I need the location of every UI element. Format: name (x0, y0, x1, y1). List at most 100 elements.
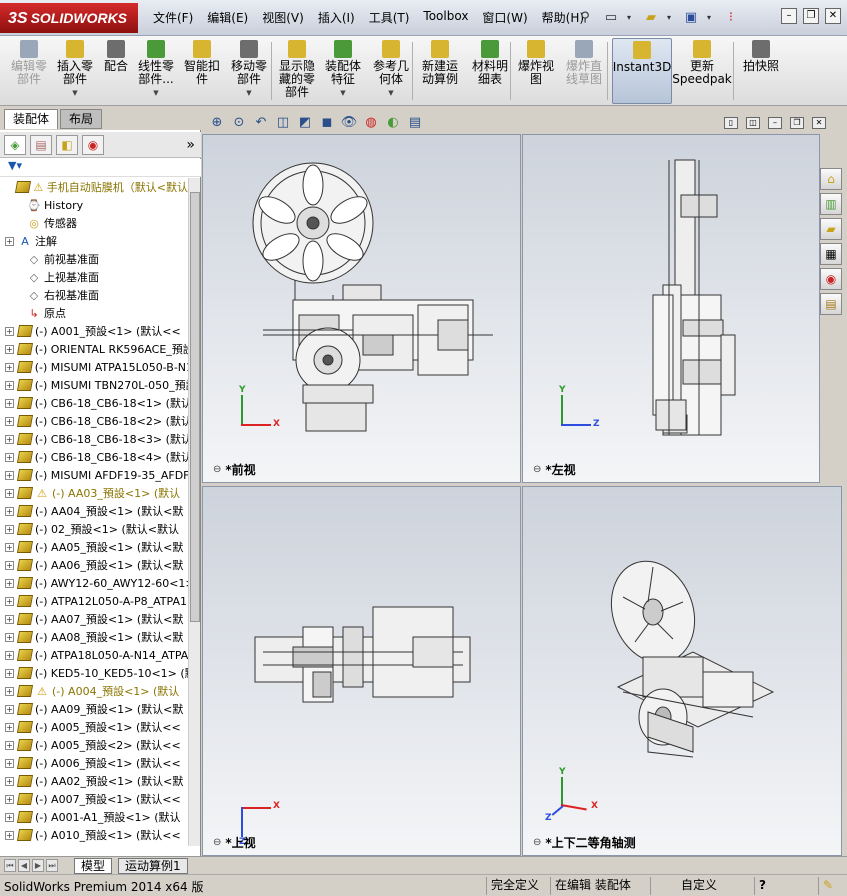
custom-properties-icon[interactable]: ▤ (820, 293, 842, 315)
menu-item[interactable]: 文件(F) (146, 9, 200, 26)
minimize-doc-icon[interactable]: – (768, 117, 782, 129)
command-button[interactable]: Instant3D (612, 38, 672, 104)
open-folder-icon[interactable]: ▰ (641, 7, 661, 27)
tree-component[interactable]: + (-) AA07_預設<1> (默认<默 (0, 610, 188, 628)
section-view-icon[interactable]: ◫ (274, 113, 292, 131)
tree-component[interactable]: + (-) AA05_預設<1> (默认<默 (0, 538, 188, 556)
solidworks-resources-icon[interactable]: ⌂ (820, 168, 842, 190)
tree-item[interactable]: ◇ 前视基准面 (0, 250, 188, 268)
display-manager-tab-icon[interactable]: ◉ (82, 134, 104, 155)
rebuild-status-icon[interactable]: ✎ (818, 877, 846, 895)
expand-icon[interactable]: + (5, 398, 14, 408)
expand-icon[interactable]: + (5, 686, 14, 696)
command-button[interactable]: 爆炸视 图 (514, 38, 558, 104)
tree-component[interactable]: + (-) ATPA18L050-A-N14_ATPA (0, 646, 188, 664)
expand-icon[interactable]: + (5, 596, 14, 606)
dropdown-arrow-icon[interactable]: ▼ (388, 87, 393, 100)
command-button[interactable]: 爆炸直 线草图 (560, 38, 608, 104)
tree-component[interactable]: + (-) A005_預設<2> (默认<< (0, 736, 188, 754)
tree-component[interactable]: + (-) 02_預設<1> (默认<默认 (0, 520, 188, 538)
tree-item[interactable]: ◎ 传感器 (0, 214, 188, 232)
command-button[interactable]: 插入零 部件 ▼ (53, 38, 97, 104)
design-library-icon[interactable]: ▥ (820, 193, 842, 215)
expand-icon[interactable]: + (5, 704, 14, 714)
feature-tree-tab-icon[interactable]: ◈ (4, 134, 26, 155)
expand-icon[interactable]: + (5, 542, 14, 552)
hide-show-items-icon[interactable]: 👁 (340, 113, 358, 131)
tab-assembly[interactable]: 装配体 (4, 109, 59, 129)
tree-item[interactable]: ◇ 上视基准面 (0, 268, 188, 286)
tab-motion-study[interactable]: 运动算例1 (118, 858, 188, 874)
tab-layout[interactable]: 布局 (60, 109, 103, 129)
tree-item[interactable]: + A 注解 (0, 232, 188, 250)
file-explorer-icon[interactable]: ▰ (820, 218, 842, 240)
expand-icon[interactable]: + (5, 452, 14, 462)
close-doc-icon[interactable]: ✕ (812, 117, 826, 129)
zoom-to-area-icon[interactable]: ⊙ (230, 113, 248, 131)
last-tab-icon[interactable]: ⏭ (46, 859, 58, 872)
expand-icon[interactable]: + (5, 524, 14, 534)
two-view-icon[interactable]: ◫ (746, 117, 760, 129)
viewport-left[interactable]: Y Z ⊖ *左视 (522, 134, 820, 483)
save-icon[interactable]: ▣ (681, 7, 701, 27)
zoom-to-fit-icon[interactable]: ⊕ (208, 113, 226, 131)
tree-component[interactable]: + (-) AA06_預設<1> (默认<默 (0, 556, 188, 574)
dropdown-arrow-icon[interactable]: ▼ (340, 87, 345, 100)
property-manager-tab-icon[interactable]: ▤ (30, 134, 52, 155)
dropdown-arrow-icon[interactable]: ▼ (246, 87, 251, 100)
prev-tab-icon[interactable]: ◀ (18, 859, 30, 872)
expand-icon[interactable]: + (5, 740, 14, 750)
expand-icon[interactable]: + (5, 812, 14, 822)
tree-component[interactable]: + (-) A010_預設<1> (默认<< (0, 826, 188, 844)
menu-item[interactable]: 窗口(W) (475, 9, 534, 26)
help-icon[interactable]: ? (754, 877, 774, 895)
open-dropdown-icon[interactable]: ▾ (667, 7, 675, 27)
restore-icon[interactable]: ❐ (803, 8, 819, 24)
expand-icon[interactable]: + (5, 470, 14, 480)
expand-icon[interactable]: + (5, 794, 14, 804)
command-button[interactable]: 拍快照 (737, 38, 785, 104)
single-view-icon[interactable]: ▯ (724, 117, 738, 129)
menu-item[interactable]: 工具(T) (362, 9, 417, 26)
pin-icon[interactable]: ⚲ (575, 7, 595, 27)
tree-component[interactable]: + (-) CB6-18_CB6-18<1> (默认 (0, 394, 188, 412)
tree-component[interactable]: + (-) CB6-18_CB6-18<4> (默认 (0, 448, 188, 466)
tree-component[interactable]: + (-) A005_預設<1> (默认<< (0, 718, 188, 736)
tree-component[interactable]: + (-) ATPA12L050-A-P8_ATPA1 (0, 592, 188, 610)
previous-view-icon[interactable]: ↶ (252, 113, 270, 131)
tree-scrollbar[interactable] (188, 178, 200, 846)
expand-icon[interactable]: + (5, 578, 14, 588)
command-button[interactable]: 参考几 何体 ▼ (366, 38, 416, 104)
display-style-icon[interactable]: ◼ (318, 113, 336, 131)
expand-icon[interactable]: + (5, 614, 14, 624)
next-tab-icon[interactable]: ▶ (32, 859, 44, 872)
tree-component[interactable]: + (-) ORIENTAL RK596ACE_預設 (0, 340, 188, 358)
view-orientation-icon[interactable]: ◩ (296, 113, 314, 131)
tree-component[interactable]: + (-) MISUMI TBN270L-050_預設 (0, 376, 188, 394)
command-button[interactable]: 编辑零 部件 (6, 38, 52, 104)
tree-component[interactable]: + (-) MISUMI ATPA15L050-B-N1 (0, 358, 188, 376)
restore-doc-icon[interactable]: ❐ (790, 117, 804, 129)
solidworks-logo[interactable]: 3S SOLIDWORKS (0, 3, 138, 33)
new-document-icon[interactable]: ▭ (601, 7, 621, 27)
menu-item[interactable]: Toolbox (416, 9, 475, 26)
expand-icon[interactable]: + (5, 434, 14, 444)
tree-component[interactable]: + (-) AA09_預設<1> (默认<默 (0, 700, 188, 718)
command-button[interactable]: 移动零 部件 ▼ (225, 38, 273, 104)
command-button[interactable]: 线性零 部件... ▼ (133, 38, 179, 104)
dropdown-arrow-icon[interactable]: ▼ (153, 87, 158, 100)
configuration-manager-tab-icon[interactable]: ◧ (56, 134, 78, 155)
command-button[interactable]: 装配体 特征 ▼ (320, 38, 366, 104)
expand-icon[interactable]: + (5, 668, 14, 678)
command-button[interactable]: 材料明 细表 (467, 38, 513, 104)
tree-component[interactable]: + (-) A001-A1_預設<1> (默认 (0, 808, 188, 826)
expand-icon[interactable]: + (5, 830, 14, 840)
viewport-isometric[interactable]: Y X Z ⊖ *上下二等角轴测 (522, 486, 842, 856)
tree-component[interactable]: + (-) CB6-18_CB6-18<2> (默认 (0, 412, 188, 430)
filter-icon[interactable]: ▼▾ (8, 159, 22, 172)
new-dropdown-icon[interactable]: ▾ (627, 7, 635, 27)
tree-component[interactable]: + ⚠ (-) A004_預設<1> (默认 (0, 682, 188, 700)
expand-icon[interactable]: + (5, 506, 14, 516)
menu-item[interactable]: 插入(I) (311, 9, 362, 26)
tree-component[interactable]: + ⚠ (-) AA03_預設<1> (默认 (0, 484, 188, 502)
